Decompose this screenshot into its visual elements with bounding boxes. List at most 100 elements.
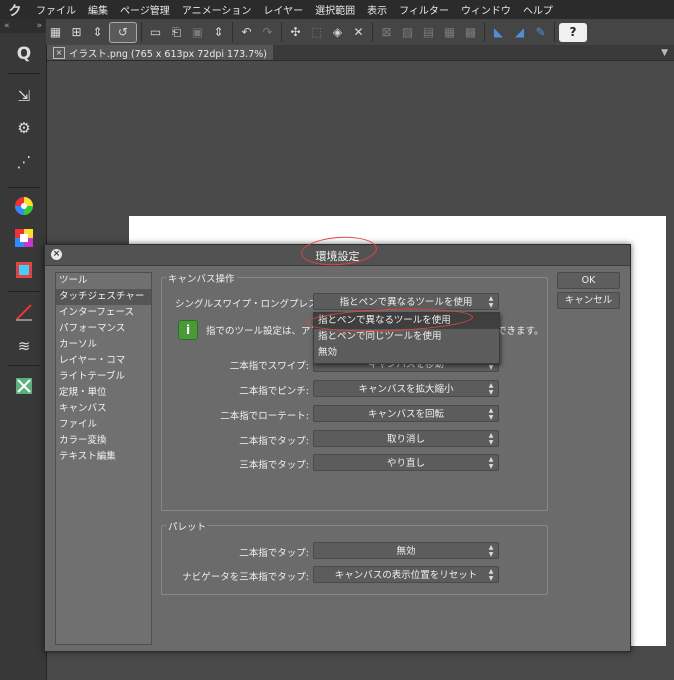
color-wheel-icon[interactable]: [13, 195, 35, 217]
three-finger-tap-select[interactable]: やり直し ▲ ▼: [313, 454, 499, 471]
option-disabled[interactable]: 無効: [314, 345, 499, 361]
rail-divider: [8, 365, 40, 366]
category-tool[interactable]: ツール: [56, 273, 151, 289]
category-file[interactable]: ファイル: [56, 417, 151, 433]
redo-icon[interactable]: ↷: [258, 23, 277, 42]
toolbar-divider: [232, 22, 233, 42]
vector-tool-icon[interactable]: ⋰: [13, 151, 35, 173]
cancel-button[interactable]: キャンセル: [557, 292, 620, 309]
category-canvas[interactable]: キャンバス: [56, 401, 151, 417]
toolbar-divider: [372, 22, 373, 42]
spiral-icon[interactable]: ↺: [109, 21, 137, 43]
gear-tool-icon[interactable]: ⚙: [13, 117, 35, 139]
two-finger-pinch-select[interactable]: キャンバスを拡大縮小 ▲ ▼: [313, 380, 499, 397]
updown-icon: ▲▼: [488, 568, 494, 582]
layers-icon[interactable]: ≋: [13, 335, 35, 357]
menu-filter[interactable]: フィルター: [393, 2, 455, 17]
collapse-left-icon[interactable]: «: [4, 21, 10, 31]
menu-edit[interactable]: 編集: [82, 2, 114, 17]
pen-icon[interactable]: ◣: [489, 23, 508, 42]
palette-two-finger-tap-select[interactable]: 無効 ▲ ▼: [313, 542, 499, 559]
category-performance[interactable]: パフォーマンス: [56, 321, 151, 337]
ruler2-icon[interactable]: ▤: [419, 23, 438, 42]
brush-size-icon[interactable]: [13, 301, 35, 323]
rail-divider: [8, 291, 40, 292]
pen3-icon[interactable]: ✎: [531, 23, 550, 42]
navigator-three-finger-tap-label: ナビゲータを三本指でタップ:: [182, 572, 309, 583]
info-text-tail: できます。: [497, 326, 544, 337]
close-icon[interactable]: ×: [53, 46, 65, 59]
category-light-table[interactable]: ライトテーブル: [56, 369, 151, 385]
new-file-icon[interactable]: ▭: [146, 23, 165, 42]
film-icon[interactable]: [13, 259, 35, 281]
navigator-three-finger-tap-select[interactable]: キャンバスの表示位置をリセット ▲ ▼: [313, 566, 499, 583]
category-touch-gesture[interactable]: タッチジェスチャー: [56, 289, 151, 305]
category-ruler-unit[interactable]: 定規・単位: [56, 385, 151, 401]
help-button[interactable]: ?: [559, 22, 587, 42]
fill-icon[interactable]: ◈: [328, 23, 347, 42]
single-swipe-select[interactable]: 指とペンで異なるツールを使用 ▲ ▼: [313, 293, 499, 310]
open-icon[interactable]: ⎗: [167, 23, 186, 42]
updown-icon: ▲▼: [488, 456, 494, 470]
menu-page[interactable]: ページ管理: [114, 2, 176, 17]
color-set-icon[interactable]: [13, 227, 35, 249]
rotate-icon[interactable]: ⇕: [88, 23, 107, 42]
zoom-tool-icon[interactable]: Q: [13, 43, 35, 65]
select-value: 無効: [396, 546, 416, 557]
app-logo[interactable]: ク: [0, 0, 30, 19]
menu-bar: ク ファイル 編集 ページ管理 アニメーション レイヤー 選択範囲 表示 フィル…: [0, 0, 674, 19]
select-icon[interactable]: ✣: [286, 23, 305, 42]
select-value: キャンバスを拡大縮小: [358, 384, 454, 395]
category-list: ツール タッチジェスチャー インターフェース パフォーマンス カーソル レイヤー…: [55, 272, 152, 645]
two-finger-tap-label: 二本指でタップ:: [239, 436, 309, 447]
option-same-tools[interactable]: 指とペンで同じツールを使用: [314, 329, 499, 345]
category-color-conversion[interactable]: カラー変換: [56, 433, 151, 449]
menu-view[interactable]: 表示: [361, 2, 393, 17]
transform-icon[interactable]: ⊞: [67, 23, 86, 42]
toolbar-divider: [554, 22, 555, 42]
save-as-icon[interactable]: ⇕: [209, 23, 228, 42]
toolbar-divider: [281, 22, 282, 42]
undo-icon[interactable]: ↶: [237, 23, 256, 42]
rail-divider: [8, 187, 40, 188]
menu-window[interactable]: ウィンドウ: [455, 2, 517, 17]
clear-icon[interactable]: ✕: [349, 23, 368, 42]
material-icon[interactable]: [13, 375, 35, 397]
ruler-icon[interactable]: ▨: [398, 23, 417, 42]
category-interface[interactable]: インターフェース: [56, 305, 151, 321]
updown-icon: ▲▼: [488, 432, 494, 446]
collapse-right-icon[interactable]: »: [36, 21, 42, 31]
document-tab[interactable]: × イラスト.png (765 x 613px 72dpi 173.7%): [47, 45, 273, 60]
canvas-operation-label: キャンバス操作: [166, 271, 237, 285]
menu-animation[interactable]: アニメーション: [176, 2, 258, 17]
two-finger-rotate-select[interactable]: キャンバスを回転 ▲ ▼: [313, 405, 499, 422]
three-finger-tap-label: 三本指でタップ:: [239, 460, 309, 471]
updown-icon: ▲▼: [488, 295, 494, 309]
ok-button[interactable]: OK: [557, 272, 620, 289]
category-text-editing[interactable]: テキスト編集: [56, 449, 151, 465]
chevron-down-icon[interactable]: ▼: [661, 48, 668, 58]
updown-icon: ▲▼: [488, 382, 494, 396]
ruler3-icon[interactable]: ▦: [440, 23, 459, 42]
menu-selection[interactable]: 選択範囲: [309, 2, 361, 17]
toolbar-divider: [484, 22, 485, 42]
menu-file[interactable]: ファイル: [30, 2, 82, 17]
operation-tool-icon[interactable]: ⇲: [13, 85, 35, 107]
ruler4-icon[interactable]: ▩: [461, 23, 480, 42]
category-cursor[interactable]: カーソル: [56, 337, 151, 353]
document-title: イラスト.png (765 x 613px 72dpi 173.7%): [69, 48, 267, 60]
two-finger-pinch-label: 二本指でピンチ:: [239, 386, 309, 397]
pen2-icon[interactable]: ◢: [510, 23, 529, 42]
two-finger-tap-select[interactable]: 取り消し ▲ ▼: [313, 430, 499, 447]
category-layer-frame[interactable]: レイヤー・コマ: [56, 353, 151, 369]
select-all-icon[interactable]: ⬚: [307, 23, 326, 42]
select-value: 取り消し: [386, 434, 425, 445]
grid-icon[interactable]: ▦: [46, 23, 65, 42]
canvas-bottom: [47, 650, 674, 680]
menu-help[interactable]: ヘルプ: [517, 2, 559, 17]
menu-layer[interactable]: レイヤー: [257, 2, 309, 17]
save-icon[interactable]: ▣: [188, 23, 207, 42]
transform2-icon[interactable]: ⊠: [377, 23, 396, 42]
toolbar-divider: [141, 22, 142, 42]
rail-collapse-bar[interactable]: «»: [0, 19, 46, 33]
